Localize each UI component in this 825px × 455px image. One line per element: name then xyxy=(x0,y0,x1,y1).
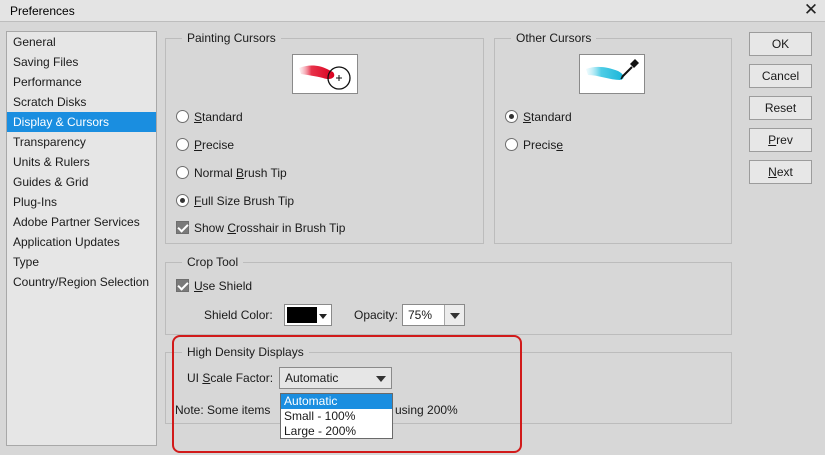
radio-indicator[interactable] xyxy=(176,194,189,207)
radio-indicator[interactable] xyxy=(505,110,518,123)
sidebar-item-plug-ins[interactable]: Plug-Ins xyxy=(7,192,156,212)
brush-stroke-preview-icon xyxy=(299,65,351,90)
painting-cursor-preview xyxy=(292,54,358,94)
sidebar-item-transparency[interactable]: Transparency xyxy=(7,132,156,152)
checkbox-indicator[interactable] xyxy=(176,221,189,234)
eyedropper-preview-icon xyxy=(586,59,639,80)
chevron-down-icon[interactable] xyxy=(444,305,464,325)
shield-color-label: Shield Color: xyxy=(204,308,273,322)
category-list: General Saving Files Performance Scratch… xyxy=(6,31,157,446)
checkbox-indicator[interactable] xyxy=(176,279,189,292)
painting-cursors-group: Painting Cursors Standard Precise Normal… xyxy=(165,31,484,244)
painting-cursors-legend: Painting Cursors xyxy=(182,31,281,45)
radio-indicator[interactable] xyxy=(176,110,189,123)
sidebar-item-display-cursors[interactable]: Display & Cursors xyxy=(7,112,156,132)
radio-indicator[interactable] xyxy=(176,166,189,179)
radio-indicator[interactable] xyxy=(176,138,189,151)
prev-button[interactable]: Prev xyxy=(749,128,812,152)
sidebar-item-general[interactable]: General xyxy=(7,32,156,52)
sidebar-item-performance[interactable]: Performance xyxy=(7,72,156,92)
sidebar-item-scratch-disks[interactable]: Scratch Disks xyxy=(7,92,156,112)
radio-indicator[interactable] xyxy=(505,138,518,151)
sidebar-item-application-updates[interactable]: Application Updates xyxy=(7,232,156,252)
window-title: Preferences xyxy=(10,4,75,18)
sidebar-item-country-region[interactable]: Country/Region Selection xyxy=(7,272,156,292)
chevron-down-icon xyxy=(319,314,327,319)
sidebar-item-units-rulers[interactable]: Units & Rulers xyxy=(7,152,156,172)
title-bar: Preferences ✕ xyxy=(0,0,825,22)
opacity-label: Opacity: xyxy=(354,308,399,322)
opacity-value: 75% xyxy=(408,308,433,322)
ok-button[interactable]: OK xyxy=(749,32,812,56)
other-cursors-legend: Other Cursors xyxy=(511,31,597,45)
next-button[interactable]: Next xyxy=(749,160,812,184)
sidebar-item-guides-grid[interactable]: Guides & Grid xyxy=(7,172,156,192)
close-icon[interactable]: ✕ xyxy=(803,0,819,20)
sidebar-item-adobe-partner-services[interactable]: Adobe Partner Services xyxy=(7,212,156,232)
sidebar-item-type[interactable]: Type xyxy=(7,252,156,272)
annotation-highlight-ring xyxy=(172,335,522,453)
crop-tool-legend: Crop Tool xyxy=(182,255,244,269)
sidebar-item-saving-files[interactable]: Saving Files xyxy=(7,52,156,72)
other-cursor-preview xyxy=(579,54,645,94)
opacity-select[interactable]: 75% xyxy=(402,304,465,326)
shield-color-picker[interactable] xyxy=(284,304,332,326)
other-cursors-group: Other Cursors Standard Precise xyxy=(494,31,732,244)
reset-button[interactable]: Reset xyxy=(749,96,812,120)
shield-color-fill xyxy=(287,307,317,323)
crop-tool-group: Crop Tool Use Shield Shield Color: Opaci… xyxy=(165,255,732,335)
cancel-button[interactable]: Cancel xyxy=(749,64,812,88)
